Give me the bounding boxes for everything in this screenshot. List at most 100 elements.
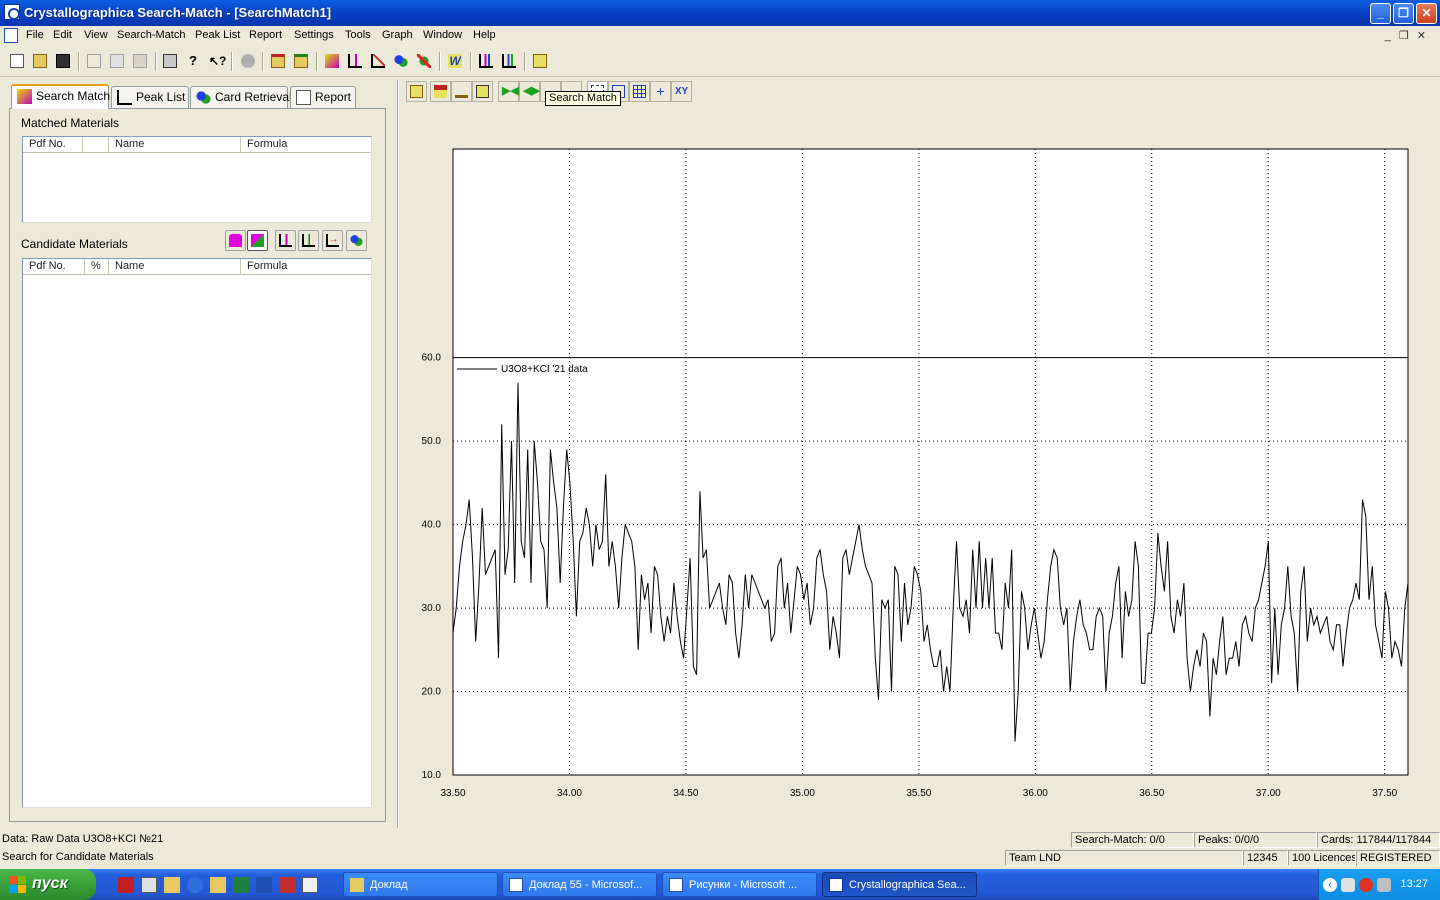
paste-icon	[133, 54, 147, 68]
xy-readout-button[interactable]: XY	[671, 81, 692, 102]
peak-find-button[interactable]	[345, 51, 365, 71]
menu-file[interactable]: File	[26, 29, 44, 41]
candidate-materials-list[interactable]: Pdf No. % Name Formula	[22, 258, 372, 808]
close-button[interactable]: ✕	[1416, 3, 1437, 24]
column-formula[interactable]: Formula	[241, 259, 371, 275]
menu-peak-list[interactable]: Peak List	[195, 29, 240, 41]
copy-icon	[110, 54, 124, 68]
new-file-button[interactable]	[7, 51, 27, 71]
taskbar-item-crystallographica[interactable]: Crystallographica Sea...	[822, 872, 977, 897]
taskbar-item-doklad[interactable]: Доклад	[343, 872, 498, 897]
tray-expand-icon[interactable]: ‹	[1323, 878, 1337, 892]
status-data-text: Data: Raw Data U3O8+KCI №21	[2, 833, 164, 845]
quicklaunch-word-icon[interactable]	[256, 877, 272, 893]
printer-icon	[163, 54, 177, 68]
word-report-button[interactable]: W	[445, 51, 465, 71]
tab-search-match-label: Search Match	[36, 89, 111, 103]
paste-button[interactable]	[130, 51, 150, 71]
candidate-card-button[interactable]	[346, 230, 367, 251]
system-tray: ‹ 13:27	[1318, 869, 1440, 900]
open-raw-data-button[interactable]	[268, 51, 288, 71]
column-name[interactable]: Name	[109, 259, 241, 275]
quicklaunch-notepad-icon[interactable]	[141, 877, 157, 893]
card-retrieval-icon	[196, 90, 211, 105]
document-icon[interactable]	[4, 28, 18, 43]
menu-graph[interactable]: Graph	[382, 29, 413, 41]
column-pdf-no[interactable]: Pdf No.	[23, 137, 83, 153]
open-file-button[interactable]	[30, 51, 50, 71]
menu-search-match[interactable]: Search-Match	[117, 29, 185, 41]
y-tick-label: 60.0	[422, 353, 442, 364]
quicklaunch-reader-icon[interactable]	[302, 877, 318, 893]
column-name[interactable]: Name	[109, 137, 241, 153]
column-blank[interactable]	[83, 137, 109, 153]
graph-properties-button[interactable]	[406, 81, 427, 102]
quicklaunch-dictionary-icon[interactable]	[279, 877, 295, 893]
tab-search-match[interactable]: Search Match	[11, 84, 111, 109]
start-label: пуск	[32, 875, 68, 892]
open-peaks-button[interactable]	[291, 51, 311, 71]
start-button[interactable]: пуск	[0, 869, 96, 900]
candidate-shift-button[interactable]: →	[322, 230, 343, 251]
pattern-view-button[interactable]	[476, 51, 496, 71]
toolbar-separator	[262, 52, 264, 71]
zoom-in-x-button[interactable]: ▶◀	[498, 81, 519, 102]
tab-report[interactable]: Report	[290, 86, 356, 108]
tray-antivirus-icon[interactable]	[1359, 878, 1373, 892]
card-remove-button[interactable]	[414, 51, 434, 71]
disabled-tool-button[interactable]	[238, 51, 258, 71]
menu-report[interactable]: Report	[249, 29, 282, 41]
menu-tools[interactable]: Tools	[345, 29, 371, 41]
peak-view-button[interactable]	[499, 51, 519, 71]
column-percent[interactable]: %	[85, 259, 109, 275]
graph-fit-button[interactable]	[472, 81, 493, 102]
card-overlay-button[interactable]	[391, 51, 411, 71]
menu-view[interactable]: View	[84, 29, 108, 41]
app-icon[interactable]	[4, 4, 20, 20]
graph-home-button[interactable]	[430, 81, 451, 102]
copy-button[interactable]	[107, 51, 127, 71]
zoom-out-x-button[interactable]: ◀▶	[519, 81, 540, 102]
tab-card-retrieval[interactable]: Card Retrieval	[190, 86, 292, 108]
search-match-tool-button[interactable]	[322, 51, 342, 71]
mdi-window-buttons[interactable]: _❐✕	[1385, 29, 1434, 42]
candidate-add-button[interactable]	[225, 230, 246, 251]
print-button[interactable]	[160, 51, 180, 71]
quicklaunch-app-icon[interactable]	[118, 877, 134, 893]
xrd-chart[interactable]: 33.50 34.00 34.50 35.00 35.50 36.00 36.50 37.00…	[399, 120, 1439, 810]
minimize-button[interactable]: _	[1370, 3, 1391, 24]
quicklaunch-excel-icon[interactable]	[233, 877, 249, 893]
column-pdf-no[interactable]: Pdf No.	[23, 259, 85, 275]
menu-help[interactable]: Help	[473, 29, 496, 41]
tab-peak-list[interactable]: Peak List	[111, 86, 189, 108]
matched-materials-list[interactable]: Pdf No. Name Formula	[22, 136, 372, 223]
context-help-button[interactable]: ↖?	[206, 51, 226, 71]
quicklaunch-tool-icon[interactable]	[164, 877, 180, 893]
save-button[interactable]	[53, 51, 73, 71]
menu-window[interactable]: Window	[423, 29, 462, 41]
menu-edit[interactable]: Edit	[53, 29, 72, 41]
peak-remove-button[interactable]	[368, 51, 388, 71]
quicklaunch-folder-icon[interactable]	[210, 877, 226, 893]
candidate-select-button[interactable]	[247, 230, 268, 251]
status-licences: 100 Licences	[1288, 850, 1356, 866]
tray-network-icon[interactable]	[1341, 878, 1355, 892]
graph-flat-button[interactable]	[451, 81, 472, 102]
crosshair-button[interactable]: +	[650, 81, 671, 102]
cut-button[interactable]	[84, 51, 104, 71]
export-button[interactable]	[530, 51, 550, 71]
y-tick-label: 10.0	[422, 770, 442, 781]
column-formula[interactable]: Formula	[241, 137, 371, 153]
taskbar-item-risunki[interactable]: Рисунки - Microsoft ...	[662, 872, 817, 897]
taskbar-item-doklad-55[interactable]: Доклад 55 - Microsof...	[502, 872, 657, 897]
grid-toggle-button[interactable]	[629, 81, 650, 102]
help-button[interactable]: ?	[183, 51, 203, 71]
home-icon	[434, 85, 447, 98]
quicklaunch-browser-icon[interactable]	[187, 877, 203, 893]
candidate-peaks-button[interactable]	[275, 230, 296, 251]
restore-button[interactable]: ❐	[1393, 3, 1414, 24]
candidate-lines-button[interactable]	[298, 230, 319, 251]
status-bar-bottom: Search for Candidate Materials Team LND …	[0, 849, 1440, 867]
menu-settings[interactable]: Settings	[294, 29, 334, 41]
tray-device-icon[interactable]	[1377, 878, 1391, 892]
